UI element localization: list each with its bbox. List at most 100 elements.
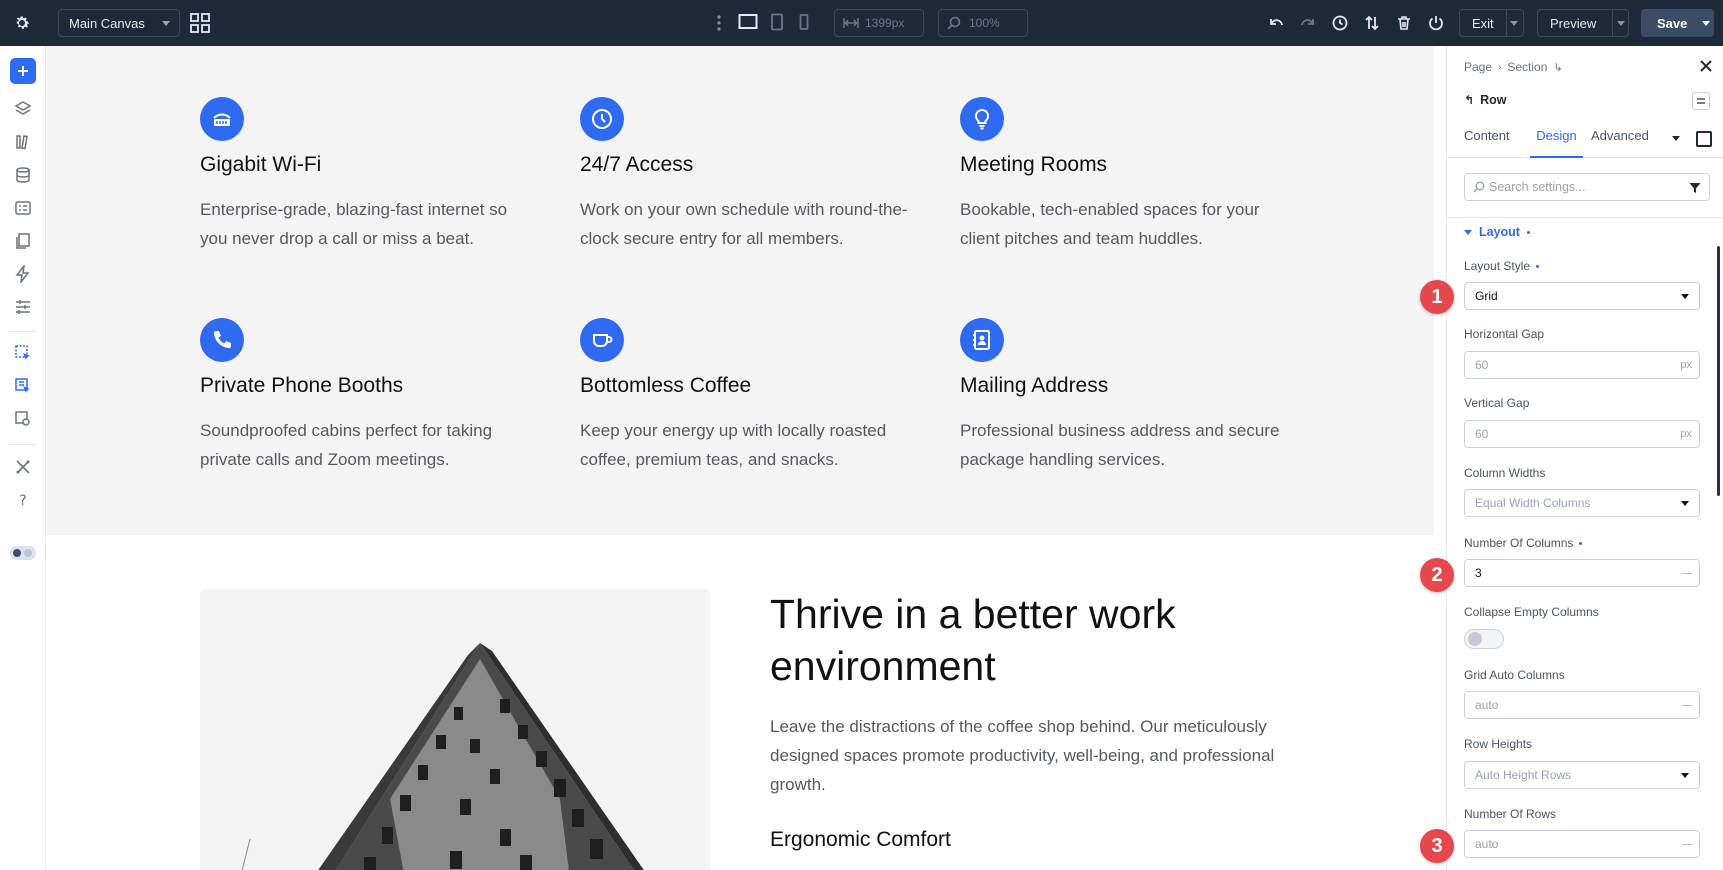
element-name: Row <box>1480 93 1507 107</box>
history-clock-icon[interactable] <box>1329 12 1351 34</box>
stepper-dash-icon[interactable] <box>1682 705 1692 706</box>
help-icon[interactable]: ? <box>13 490 33 510</box>
phone-icon <box>200 318 244 362</box>
grid-view-icon[interactable] <box>190 13 210 33</box>
theme-toggle[interactable] <box>10 546 36 560</box>
canvas-width-input[interactable]: 1399px <box>834 9 924 37</box>
exit-button[interactable]: Exit <box>1459 9 1524 37</box>
vertical-gap-input[interactable]: 60 px <box>1464 420 1700 448</box>
unit-label[interactable]: px <box>1680 428 1692 440</box>
horizontal-gap-input[interactable]: 60 px <box>1464 351 1700 379</box>
grid-auto-columns-label: Grid Auto Columns <box>1464 668 1565 682</box>
hero-subheading: Ergonomic Comfort <box>770 828 951 851</box>
collapse-empty-columns-toggle[interactable] <box>1464 629 1504 649</box>
row-heights-label: Row Heights <box>1464 737 1533 751</box>
feature-description: Work on your own schedule with round-the… <box>580 200 908 248</box>
breadcrumb-page[interactable]: Page <box>1464 60 1492 74</box>
stepper-dash-icon[interactable] <box>1682 573 1692 574</box>
preview-dropdown-icon[interactable] <box>1612 10 1628 36</box>
feature-item[interactable]: Private Phone Booths Soundproofed cabins… <box>200 318 540 474</box>
select-layout-icon[interactable] <box>13 376 33 396</box>
save-dropdown-icon[interactable] <box>1698 9 1714 37</box>
group-title: Layout <box>1479 225 1520 239</box>
number-of-columns-value: 3 <box>1475 566 1482 580</box>
feature-item[interactable]: Mailing Address Professional business ad… <box>960 318 1300 474</box>
preview-button-label: Preview <box>1550 15 1597 31</box>
list-settings-icon[interactable] <box>13 297 33 317</box>
form-icon[interactable] <box>13 198 33 218</box>
coffee-cup-icon <box>580 318 624 362</box>
desktop-view-icon[interactable] <box>738 13 758 33</box>
back-arrow-icon[interactable]: ↰ <box>1464 93 1474 107</box>
dropdown-arrow-icon <box>1681 773 1689 778</box>
tabs-dropdown-icon[interactable] <box>1672 136 1680 141</box>
feature-item[interactable]: Meeting Rooms Bookable, tech-enabled spa… <box>960 97 1300 253</box>
more-options-icon[interactable] <box>716 14 722 32</box>
tools-icon[interactable] <box>13 457 33 477</box>
add-element-button[interactable] <box>10 58 36 84</box>
page-canvas: Gigabit Wi-Fi Enterprise-grade, blazing-… <box>47 46 1434 870</box>
column-widths-value: Equal Width Columns <box>1475 496 1591 510</box>
features-section[interactable]: Gigabit Wi-Fi Enterprise-grade, blazing-… <box>47 46 1434 535</box>
preview-box-icon[interactable] <box>1696 131 1712 147</box>
grid-auto-columns-input[interactable]: auto <box>1464 691 1700 719</box>
undo-icon[interactable] <box>1265 12 1287 34</box>
caret-down-icon <box>1464 229 1472 235</box>
library-icon[interactable] <box>13 132 33 152</box>
sort-arrows-icon[interactable] <box>1361 12 1383 34</box>
pages-icon[interactable] <box>13 231 33 251</box>
number-of-columns-input[interactable]: 3 <box>1464 559 1700 587</box>
clock-icon <box>580 97 624 141</box>
feature-item[interactable]: Bottomless Coffee Keep your energy up wi… <box>580 318 920 474</box>
close-icon[interactable] <box>1699 59 1713 73</box>
search-settings-input[interactable]: Search settings... <box>1464 173 1710 201</box>
element-heading: ↰ Row <box>1464 93 1506 107</box>
feature-item[interactable]: 24/7 Access Work on your own schedule wi… <box>580 97 920 253</box>
left-sidebar: ? <box>0 46 46 870</box>
panel-divider <box>1447 217 1723 218</box>
feature-item[interactable]: Gigabit Wi-Fi Enterprise-grade, blazing-… <box>200 97 540 253</box>
exit-dropdown-icon[interactable] <box>1505 10 1522 36</box>
number-of-columns-label-text: Number Of Columns <box>1464 536 1574 550</box>
unit-label[interactable]: px <box>1680 359 1692 371</box>
zoom-input[interactable]: 100% <box>938 9 1028 37</box>
panel-options-icon[interactable] <box>1692 92 1710 110</box>
number-of-rows-input[interactable]: auto <box>1464 830 1700 858</box>
feature-description: Keep your energy up with locally roasted… <box>580 421 887 469</box>
number-of-rows-label: Number Of Rows <box>1464 807 1557 821</box>
column-widths-select[interactable]: Equal Width Columns <box>1464 489 1700 517</box>
layout-style-select[interactable]: Grid <box>1464 282 1700 310</box>
trash-icon[interactable] <box>1393 12 1415 34</box>
preview-button[interactable]: Preview <box>1537 9 1629 37</box>
layers-icon[interactable] <box>13 99 33 119</box>
select-template-icon[interactable] <box>13 343 33 363</box>
template-search-icon[interactable] <box>13 409 33 429</box>
zoom-value: 100% <box>969 16 1000 30</box>
panel-scrollbar[interactable] <box>1717 246 1720 496</box>
top-toolbar: Main Canvas 1399px 100% Exit Preview Sav… <box>0 0 1723 46</box>
annotation-badge: 2 <box>1420 558 1454 592</box>
settings-gear-icon[interactable] <box>10 11 34 35</box>
save-button[interactable]: Save <box>1641 9 1714 37</box>
stepper-dash-icon[interactable] <box>1682 844 1692 845</box>
power-icon[interactable] <box>1425 12 1447 34</box>
phone-view-icon[interactable] <box>798 13 810 33</box>
annotation-badge: 1 <box>1420 280 1454 314</box>
tab-design[interactable]: Design <box>1530 128 1583 158</box>
lightning-icon[interactable] <box>13 264 33 284</box>
dropdown-arrow-icon <box>1681 501 1689 506</box>
tab-advanced[interactable]: Advanced <box>1591 128 1649 158</box>
row-heights-value: Auto Height Rows <box>1475 768 1572 782</box>
canvas-select[interactable]: Main Canvas <box>58 9 180 37</box>
canvas-width-value: 1399px <box>865 16 905 30</box>
feature-title: 24/7 Access <box>580 153 694 176</box>
tab-content[interactable]: Content <box>1464 128 1510 158</box>
layout-group-toggle[interactable]: Layout <box>1464 225 1530 239</box>
plus-icon <box>18 66 28 76</box>
filter-icon[interactable] <box>1689 182 1701 197</box>
tablet-view-icon[interactable] <box>770 13 784 33</box>
redo-icon[interactable] <box>1297 12 1319 34</box>
database-icon[interactable] <box>13 165 33 185</box>
row-heights-select[interactable]: Auto Height Rows <box>1464 761 1700 789</box>
breadcrumb-section[interactable]: Section <box>1507 60 1547 74</box>
